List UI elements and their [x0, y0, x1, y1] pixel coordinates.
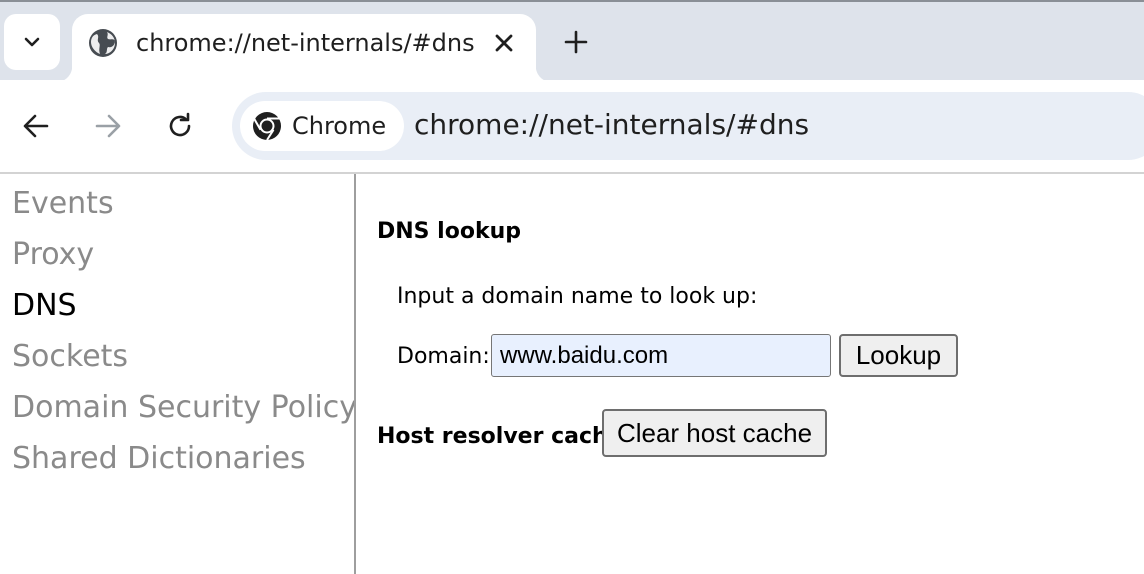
url-text[interactable]: chrome://net-internals/#dns [414, 108, 809, 141]
lookup-instruction: Input a domain name to look up: [397, 284, 758, 309]
chrome-logo-icon [253, 112, 281, 141]
sidebar-item-events[interactable]: Events [12, 186, 114, 221]
reload-button[interactable] [162, 108, 198, 144]
back-arrow-icon [23, 114, 49, 138]
toolbar: Chrome chrome://net-internals/#dns [0, 80, 1144, 172]
globe-icon [89, 29, 117, 57]
tab-search-button[interactable] [4, 14, 60, 70]
forward-button[interactable] [90, 108, 126, 144]
domain-input[interactable] [491, 334, 831, 377]
site-info-chip[interactable]: Chrome [240, 101, 405, 151]
sidebar-item-shared-dictionaries[interactable]: Shared Dictionaries [12, 441, 306, 476]
sidebar-item-proxy[interactable]: Proxy [12, 237, 94, 272]
dns-panel: DNS lookup Input a domain name to look u… [356, 174, 1144, 574]
clear-host-cache-button[interactable]: Clear host cache [602, 409, 827, 457]
plus-icon [564, 30, 588, 54]
lookup-button[interactable]: Lookup [839, 334, 958, 377]
chevron-down-icon [24, 37, 40, 47]
reload-icon [169, 112, 191, 137]
sidebar-item-domain-security-policy[interactable]: Domain Security Policy [12, 390, 357, 425]
back-button[interactable] [18, 108, 54, 144]
close-icon[interactable] [492, 31, 516, 55]
address-bar[interactable]: Chrome chrome://net-internals/#dns [232, 92, 1144, 160]
sidebar-item-dns[interactable]: DNS [12, 288, 77, 323]
active-tab[interactable]: chrome://net-internals/#dns [56, 14, 552, 82]
sidebar: Events Proxy DNS Sockets Domain Security… [0, 174, 357, 574]
chip-label: Chrome [292, 112, 387, 140]
tab-strip: chrome://net-internals/#dns [0, 0, 1144, 82]
sidebar-item-sockets[interactable]: Sockets [12, 339, 128, 374]
dns-lookup-heading: DNS lookup [377, 219, 521, 244]
forward-arrow-icon [95, 114, 121, 138]
new-tab-button[interactable] [560, 26, 592, 58]
host-resolver-cache-heading: Host resolver cache [377, 424, 623, 449]
tab-title: chrome://net-internals/#dns [136, 29, 475, 57]
domain-label: Domain: [397, 344, 490, 369]
